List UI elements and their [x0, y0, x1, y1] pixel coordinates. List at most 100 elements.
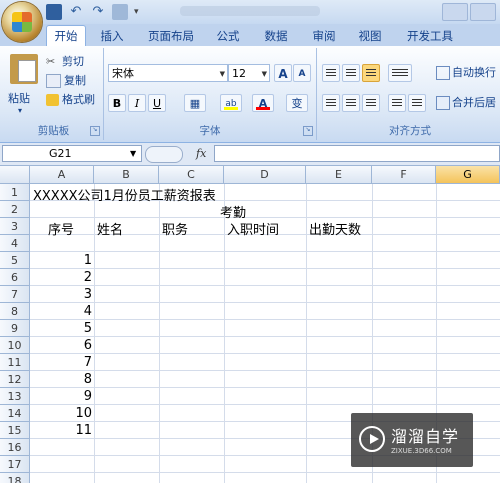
tab-formulas[interactable]: 公式: [208, 26, 248, 46]
insert-function-button[interactable]: fx: [196, 145, 206, 162]
borders-button[interactable]: ▦: [184, 94, 206, 112]
tab-page-layout[interactable]: 页面布局: [140, 26, 202, 46]
seq-number-cell[interactable]: 6: [30, 338, 92, 353]
highlight-button[interactable]: ab: [220, 94, 242, 112]
tab-developer[interactable]: 开发工具: [398, 26, 462, 46]
row-header[interactable]: 16: [0, 439, 30, 456]
row-header[interactable]: 17: [0, 456, 30, 473]
row-header[interactable]: 13: [0, 388, 30, 405]
row-header[interactable]: 12: [0, 371, 30, 388]
redo-icon[interactable]: ↷: [90, 4, 106, 20]
tab-review[interactable]: 审阅: [304, 26, 344, 46]
maximize-button[interactable]: [470, 3, 496, 21]
decrease-indent-button[interactable]: [388, 94, 406, 112]
seq-number-cell[interactable]: 3: [30, 287, 92, 302]
merge-center-button[interactable]: 合并后居: [436, 94, 496, 112]
row-header[interactable]: 10: [0, 337, 30, 354]
seq-number-cell[interactable]: 5: [30, 321, 92, 336]
tab-insert[interactable]: 插入: [92, 26, 132, 46]
print-preview-icon[interactable]: [112, 4, 128, 20]
cut-button[interactable]: ✂ 剪切: [46, 54, 84, 70]
column-header-d[interactable]: D: [224, 166, 306, 184]
cell-a3-seq[interactable]: 序号: [48, 219, 74, 238]
row-header[interactable]: 4: [0, 235, 30, 252]
cell-e3-attendance-days[interactable]: 出勤天数: [309, 219, 361, 238]
formula-input[interactable]: [214, 145, 500, 162]
name-box[interactable]: G21: [2, 145, 142, 162]
office-button[interactable]: [2, 2, 42, 42]
font-launcher-icon[interactable]: ↘: [303, 126, 313, 136]
grow-font-button[interactable]: A: [274, 64, 292, 82]
paste-dropdown-icon[interactable]: ▾: [18, 106, 22, 115]
seq-number-cell[interactable]: 7: [30, 355, 92, 370]
row-header[interactable]: 5: [0, 252, 30, 269]
row-header[interactable]: 7: [0, 286, 30, 303]
tab-home[interactable]: 开始: [46, 25, 86, 48]
copy-button[interactable]: 复制: [46, 73, 86, 89]
undo-icon[interactable]: ↶: [68, 4, 84, 20]
cell-a1-title[interactable]: XXXXX公司1月份员工薪资报表: [33, 185, 216, 204]
customize-qat-icon[interactable]: ▾: [134, 4, 144, 20]
phonetic-button[interactable]: 变: [286, 94, 308, 112]
row-header[interactable]: 2: [0, 201, 30, 218]
row-header[interactable]: 18: [0, 473, 30, 483]
seq-number-cell[interactable]: 2: [30, 270, 92, 285]
clipboard-launcher-icon[interactable]: ↘: [90, 126, 100, 136]
minimize-button[interactable]: [442, 3, 468, 21]
seq-number-cell[interactable]: 4: [30, 304, 92, 319]
align-left-button[interactable]: [322, 94, 340, 112]
bold-button[interactable]: B: [108, 94, 126, 112]
align-middle-button[interactable]: [342, 64, 360, 82]
select-all-corner[interactable]: [0, 166, 30, 184]
align-center-button[interactable]: [342, 94, 360, 112]
column-header-g[interactable]: G: [436, 166, 500, 184]
format-painter-button[interactable]: 格式刷: [46, 92, 95, 108]
row-header[interactable]: 11: [0, 354, 30, 371]
seq-number-cell[interactable]: 10: [30, 406, 92, 421]
font-size-select[interactable]: 12 ▼: [228, 64, 270, 82]
row-header[interactable]: 1: [0, 184, 30, 201]
column-header-e[interactable]: E: [306, 166, 372, 184]
shrink-font-button[interactable]: A: [293, 64, 311, 82]
seq-number-cell[interactable]: 1: [30, 253, 92, 268]
column-header-b[interactable]: B: [94, 166, 159, 184]
row-header[interactable]: 3: [0, 218, 30, 235]
name-box-dropdown-icon[interactable]: ▼: [130, 145, 136, 162]
alignment-group: 自动换行 合并后居 对齐方式: [318, 48, 500, 140]
seq-number-cell[interactable]: 11: [30, 423, 92, 438]
chevron-down-icon: ▼: [261, 70, 267, 78]
cell-d3-hire-date[interactable]: 入职时间: [227, 219, 279, 238]
save-icon[interactable]: [46, 4, 62, 20]
row-header[interactable]: 15: [0, 422, 30, 439]
row-header[interactable]: 9: [0, 320, 30, 337]
row-header[interactable]: 8: [0, 303, 30, 320]
increase-indent-button[interactable]: [408, 94, 426, 112]
seq-number-cell[interactable]: 8: [30, 372, 92, 387]
italic-button[interactable]: I: [128, 94, 146, 112]
orientation-button[interactable]: [388, 64, 412, 82]
wrap-text-button[interactable]: 自动换行: [436, 64, 496, 82]
row-header[interactable]: 14: [0, 405, 30, 422]
align-bottom-button[interactable]: [362, 64, 380, 82]
column-header-a[interactable]: A: [30, 166, 94, 184]
align-right-button[interactable]: [362, 94, 380, 112]
column-header-f[interactable]: F: [372, 166, 436, 184]
cell-c3-position[interactable]: 职务: [162, 219, 188, 238]
clipboard-group-label: 剪贴板: [37, 125, 70, 137]
font-name-select[interactable]: 宋体 ▼: [108, 64, 228, 82]
underline-button[interactable]: U: [148, 94, 166, 112]
font-group: 宋体 ▼ 12 ▼ A A B I U ▦ ab A 变 字体 ↘: [104, 48, 317, 140]
tab-data[interactable]: 数据: [256, 26, 296, 46]
column-header-c[interactable]: C: [159, 166, 224, 184]
cell-b3-name[interactable]: 姓名: [97, 219, 123, 238]
format-painter-icon: [46, 94, 59, 106]
office-logo-icon: [12, 12, 32, 32]
align-top-button[interactable]: [322, 64, 340, 82]
font-color-button[interactable]: A: [252, 94, 274, 112]
tab-view[interactable]: 视图: [350, 26, 390, 46]
row-header[interactable]: 6: [0, 269, 30, 286]
seq-number-cell[interactable]: 9: [30, 389, 92, 404]
paste-icon[interactable]: [10, 54, 38, 84]
paste-button[interactable]: 粘贴: [8, 90, 30, 106]
alignment-group-label: 对齐方式: [389, 125, 431, 137]
